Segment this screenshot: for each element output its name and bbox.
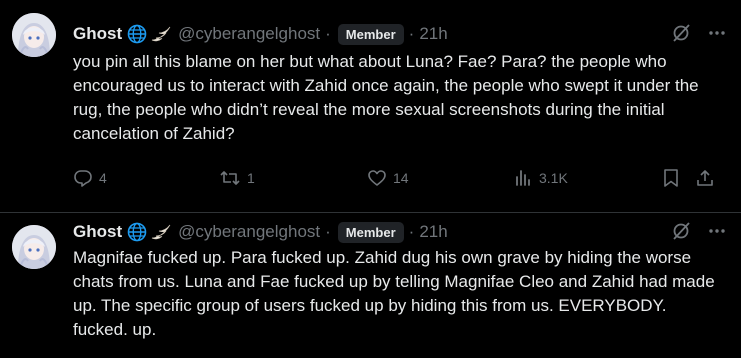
reply-button[interactable]: 4 — [73, 168, 219, 188]
post-timestamp[interactable]: 21h — [419, 222, 447, 242]
globe-icon — [127, 24, 147, 44]
member-badge[interactable]: Member — [337, 23, 404, 45]
post[interactable]: Ghost @cyberangelghost · Member · 21h yo… — [0, 0, 741, 213]
post-text: you pin all this blame on her but what a… — [73, 52, 699, 143]
post[interactable]: Ghost @cyberangelghost · Member · 21h Ma… — [0, 212, 741, 358]
author-name[interactable]: Ghost — [73, 24, 122, 44]
separator: · — [408, 222, 415, 241]
repost-count: 1 — [247, 170, 255, 186]
more-icon[interactable] — [707, 23, 727, 48]
views-button[interactable]: 3.1K — [513, 168, 661, 188]
post-header: Ghost @cyberangelghost · Member · 21h — [73, 22, 731, 46]
post-header: Ghost @cyberangelghost · Member · 21h — [73, 220, 731, 244]
post-actions: 4 1 14 3.1K — [73, 166, 723, 190]
separator: · — [325, 24, 331, 43]
globe-icon — [127, 222, 147, 242]
separator: · — [325, 222, 331, 241]
reply-icon — [73, 168, 93, 188]
author-name[interactable]: Ghost — [73, 222, 122, 242]
bookmark-icon — [661, 168, 681, 188]
share-icon — [695, 168, 715, 188]
separator: · — [408, 24, 415, 43]
reply-count: 4 — [99, 170, 107, 186]
avatar[interactable] — [12, 13, 56, 57]
grok-icon[interactable] — [671, 221, 691, 246]
more-icon[interactable] — [707, 221, 727, 246]
avatar[interactable] — [12, 225, 56, 269]
views-icon — [513, 168, 533, 188]
like-button[interactable]: 14 — [367, 168, 513, 188]
like-icon — [367, 168, 387, 188]
repost-icon — [219, 168, 241, 188]
author-handle[interactable]: @cyberangelghost — [178, 222, 320, 242]
bookmark-button[interactable] — [661, 168, 695, 188]
like-count: 14 — [393, 170, 409, 186]
post-text: Magnifae fucked up. Para fucked up. Zahi… — [73, 248, 715, 339]
angel-wing-icon — [150, 24, 172, 44]
author-handle[interactable]: @cyberangelghost — [178, 24, 320, 44]
repost-button[interactable]: 1 — [219, 168, 367, 188]
post-timestamp[interactable]: 21h — [419, 24, 447, 44]
grok-icon[interactable] — [671, 23, 691, 48]
share-button[interactable] — [695, 168, 715, 188]
views-count: 3.1K — [539, 170, 568, 186]
member-badge[interactable]: Member — [337, 221, 404, 243]
angel-wing-icon — [150, 222, 172, 242]
